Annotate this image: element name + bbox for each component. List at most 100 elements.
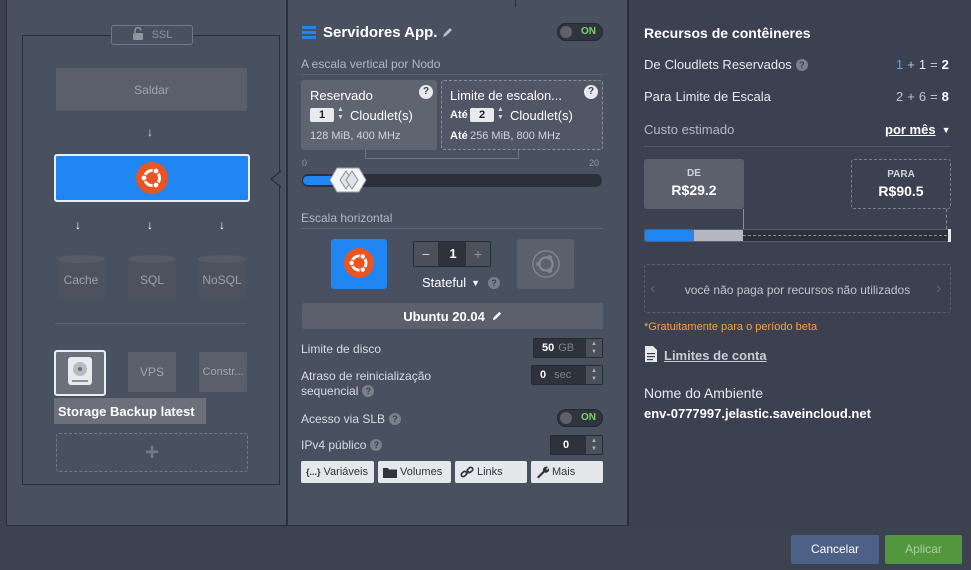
sql-node[interactable]: SQL: [128, 255, 176, 299]
help-icon[interactable]: ?: [419, 85, 433, 99]
variables-icon: {...}: [306, 467, 321, 477]
disk-limit-input[interactable]: 50 GB ▲ ▼: [533, 338, 603, 358]
slb-access-toggle[interactable]: ON: [557, 409, 603, 427]
limit-cloudlet-input[interactable]: 2: [470, 108, 494, 122]
scaling-limit-label: Para Limite de Escala: [644, 89, 771, 104]
account-limits-link[interactable]: Limites de conta: [664, 348, 767, 363]
slider-min-label: 0: [302, 158, 308, 168]
reserved-cloudlets-formula: 1 + 1 = 2: [896, 57, 949, 72]
selection-pointer-fill: [272, 171, 282, 187]
tab-variables[interactable]: {...} Variáveis: [301, 461, 374, 483]
plus-icon: +: [144, 438, 159, 466]
decrement-button[interactable]: −: [414, 242, 438, 266]
cost-divider: [644, 146, 950, 147]
horizontal-scaling-title: Escala horizontal: [301, 211, 393, 225]
from-connector: [743, 209, 744, 229]
tab-more[interactable]: Mais: [531, 461, 603, 483]
lock-icon: [132, 26, 146, 43]
arrow-down-icon: ↓: [219, 218, 225, 232]
nosql-node[interactable]: NoSQL: [198, 255, 246, 299]
reserved-cloudlets-label: De Cloudlets Reservados ?: [644, 57, 808, 72]
reserved-info: 128 MiB, 400 MHz: [310, 130, 401, 142]
node-count-value[interactable]: 1: [440, 242, 466, 266]
layer-power-toggle[interactable]: ON: [557, 23, 603, 41]
vertical-title-line: [301, 74, 603, 75]
public-ipv4-input[interactable]: 0 ▲ ▼: [550, 435, 603, 455]
scaling-limit-formula: 2 + 6 = 8: [896, 89, 949, 104]
storage-tooltip: Storage Backup latest: [54, 398, 206, 424]
ubuntu-logo-icon: [136, 162, 168, 194]
ssl-toggle[interactable]: SSL: [111, 25, 193, 45]
limit-unit: Cloudlet(s): [510, 108, 573, 123]
os-version-selector[interactable]: Ubuntu 20.04: [302, 303, 603, 329]
public-ipv4-label: IPv4 público?: [301, 438, 383, 452]
arrow-down-icon: ↓: [147, 218, 153, 232]
apply-button[interactable]: Aplicar: [885, 535, 962, 564]
restart-delay-input[interactable]: 0 sec ▲ ▼: [531, 365, 603, 385]
slb-access-label: Acesso via SLB?: [301, 412, 402, 426]
reserved-spin-icon[interactable]: ▲ ▼: [337, 106, 344, 122]
vertical-scaling-title: A escala vertical por Nodo: [301, 57, 441, 71]
tab-links[interactable]: Links: [455, 461, 527, 483]
limit-title: Limite de escalon...: [450, 88, 563, 103]
list-icon: [302, 25, 316, 44]
cache-node[interactable]: Cache: [57, 255, 105, 299]
resources-title: Recursos de contêineres: [644, 25, 811, 41]
os-icon-inactive[interactable]: [517, 239, 574, 289]
increment-button[interactable]: +: [466, 242, 490, 266]
help-icon[interactable]: ?: [370, 439, 383, 451]
edit-icon: [492, 311, 501, 320]
cancel-button[interactable]: Cancelar: [791, 535, 879, 564]
price-from-box: DE R$29.2: [644, 159, 744, 209]
spinner-icon[interactable]: ▲ ▼: [586, 366, 602, 384]
disk-limit-label: Limite de disco: [301, 342, 382, 356]
help-icon[interactable]: ?: [362, 385, 375, 397]
reserved-cloudlet-input[interactable]: 1: [310, 108, 334, 122]
period-dropdown[interactable]: por mês ▼: [885, 122, 951, 137]
cost-bar-fill: [645, 230, 694, 241]
tab-volumes[interactable]: Volumes: [378, 461, 451, 483]
limit-info: 256 MiB, 800 MHz: [470, 130, 561, 142]
edit-title-icon[interactable]: [441, 26, 453, 44]
load-balancer-node[interactable]: Saldar: [55, 67, 248, 112]
limit-prefix: Até: [450, 109, 468, 121]
limit-connector: [518, 150, 519, 159]
limit-info-prefix: Até: [450, 130, 468, 142]
link-icon: [460, 466, 474, 478]
spinner-icon[interactable]: ▲ ▼: [586, 339, 602, 357]
to-connector: [946, 209, 947, 229]
chevron-down-icon: ▼: [941, 124, 951, 135]
ubuntu-logo-icon: [344, 248, 374, 278]
ssl-label: SSL: [151, 29, 173, 41]
beta-note: *Gratuitamente para o período beta: [644, 321, 818, 333]
storage-node[interactable]: [54, 350, 106, 396]
reserved-title: Reservado: [310, 88, 373, 103]
resources-panel: [628, 0, 971, 526]
cost-label: Custo estimado: [644, 122, 735, 137]
cost-bar-end: [948, 229, 951, 242]
help-icon[interactable]: ?: [795, 58, 808, 71]
folder-icon: [383, 467, 397, 478]
chevron-right-icon[interactable]: ›: [936, 280, 941, 298]
restart-delay-label-2: sequencial?: [301, 384, 375, 398]
unused-note-text: você não paga por recursos não utilizado…: [684, 283, 911, 297]
help-icon[interactable]: ?: [584, 85, 598, 99]
restart-delay-label: Atraso de reinicialização: [301, 369, 432, 383]
spinner-icon[interactable]: ▲ ▼: [586, 436, 602, 454]
custom-container-node[interactable]: Constr...: [198, 351, 248, 393]
ubuntu-gray-icon: [531, 250, 560, 278]
stateful-dropdown[interactable]: Stateful ▼ ?: [422, 275, 501, 290]
help-icon[interactable]: ?: [488, 276, 501, 289]
arrow-down-icon: ↓: [75, 218, 81, 232]
slider-max-label: 20: [589, 158, 600, 168]
section-divider: [55, 323, 247, 324]
add-node-button[interactable]: +: [56, 433, 248, 472]
connector-bar: [365, 158, 519, 159]
env-name-value: env-0777997.jelastic.saveincloud.net: [644, 406, 871, 421]
help-icon[interactable]: ?: [389, 413, 402, 425]
arrow-down-icon: ↓: [147, 125, 153, 139]
limit-spin-icon[interactable]: ▲ ▼: [497, 106, 504, 122]
cost-bar-limit: [742, 235, 947, 236]
slider-handle-icon[interactable]: [329, 166, 367, 199]
vps-node[interactable]: VPS: [127, 351, 177, 393]
